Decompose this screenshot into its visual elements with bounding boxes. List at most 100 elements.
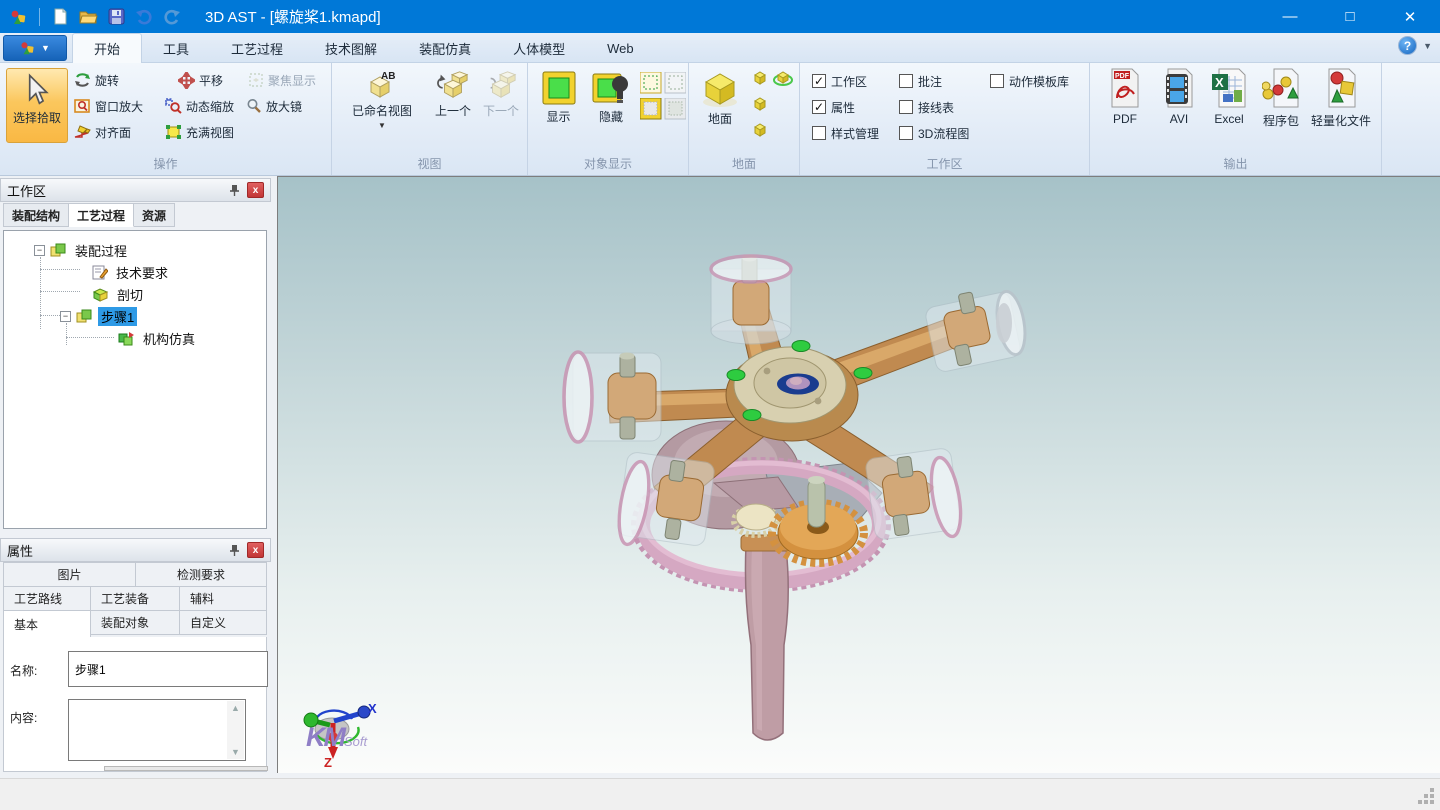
tree-connector bbox=[40, 291, 80, 292]
help-caret-icon[interactable]: ▼ bbox=[1423, 41, 1432, 51]
export-avi-button[interactable]: AVI bbox=[1152, 68, 1206, 126]
select-pick-button[interactable]: 选择拾取 bbox=[6, 68, 68, 143]
export-package-button[interactable]: 程序包 bbox=[1254, 68, 1308, 129]
close-button[interactable]: ✕ bbox=[1380, 0, 1440, 33]
checkbox-workspace[interactable]: ✓工作区 bbox=[812, 72, 867, 90]
tab-web[interactable]: Web bbox=[586, 33, 655, 63]
tab-inspection[interactable]: 检测要求 bbox=[135, 562, 267, 587]
previous-view-button[interactable]: 上一个 bbox=[428, 66, 478, 154]
redo-button[interactable] bbox=[161, 6, 183, 28]
checkbox-action-template[interactable]: 动作模板库 bbox=[990, 72, 1069, 90]
named-view-icon: AB bbox=[365, 70, 399, 100]
tab-picture[interactable]: 图片 bbox=[3, 562, 136, 587]
tree-item-section[interactable]: 剖切 bbox=[92, 285, 146, 304]
rotate-icon bbox=[74, 72, 91, 88]
save-button[interactable] bbox=[105, 6, 127, 28]
named-view-button[interactable]: AB 已命名视图 ▼ bbox=[340, 66, 424, 154]
fit-view-icon bbox=[165, 124, 182, 140]
tab-auxiliary[interactable]: 辅料 bbox=[179, 586, 267, 611]
tab-assembly-object[interactable]: 装配对象 bbox=[90, 610, 180, 635]
hide-button[interactable]: 隐藏 bbox=[586, 66, 636, 154]
open-file-button[interactable] bbox=[77, 6, 99, 28]
tab-illustration[interactable]: 技术图解 bbox=[304, 33, 398, 63]
ground-option-small-cube-1-button[interactable] bbox=[751, 69, 769, 90]
tab-process-equipment[interactable]: 工艺装备 bbox=[90, 586, 180, 611]
pdf-icon: PDF bbox=[1108, 68, 1142, 108]
checkbox-unchecked-icon bbox=[899, 126, 913, 140]
workspace-panel-close-icon[interactable]: x bbox=[247, 182, 264, 198]
maximize-button[interactable]: □ bbox=[1320, 0, 1380, 33]
pan-button[interactable]: 平移 bbox=[178, 70, 223, 90]
tab-custom[interactable]: 自定义 bbox=[179, 610, 267, 635]
minimize-button[interactable]: — bbox=[1260, 0, 1320, 33]
pin-icon[interactable] bbox=[226, 182, 243, 199]
focus-display-button[interactable]: 聚焦显示 bbox=[248, 70, 316, 90]
ribbon-group-operate: 选择拾取 旋转 平移 聚焦显示 窗口放大 动态缩放 bbox=[0, 63, 332, 175]
horizontal-scrollbar[interactable] bbox=[104, 766, 268, 771]
scroll-up-icon[interactable]: ▲ bbox=[231, 703, 240, 713]
export-lightweight-button[interactable]: 轻量化文件 bbox=[1308, 68, 1374, 129]
tree-connector bbox=[66, 323, 67, 345]
checkbox-annotation[interactable]: 批注 bbox=[899, 72, 942, 90]
collapse-icon[interactable]: − bbox=[34, 245, 45, 256]
application-menu-button[interactable]: ▼ bbox=[3, 35, 67, 61]
ground-option-ring-cube-button[interactable] bbox=[773, 69, 793, 90]
tab-basic[interactable]: 基本 bbox=[3, 610, 91, 638]
show-button[interactable]: 显示 bbox=[535, 66, 582, 154]
ribbon-group-output: PDF PDF AVI X Excel 程序包 轻量化文件 输出 bbox=[1090, 63, 1382, 175]
export-pdf-button[interactable]: PDF PDF bbox=[1098, 68, 1152, 126]
checkbox-property[interactable]: ✓属性 bbox=[812, 98, 855, 116]
export-excel-button[interactable]: X Excel bbox=[1202, 68, 1256, 126]
align-face-button[interactable]: 对齐面 bbox=[74, 122, 131, 142]
dynamic-zoom-button[interactable]: 动态缩放 bbox=[165, 96, 234, 116]
resize-grip-icon[interactable] bbox=[1418, 788, 1436, 806]
tab-process-workspace[interactable]: 工艺过程 bbox=[69, 203, 134, 227]
rotate-button[interactable]: 旋转 bbox=[74, 70, 119, 90]
ground-button[interactable]: 地面 bbox=[695, 66, 745, 154]
named-view-caret-icon: ▼ bbox=[378, 121, 386, 130]
group-label-workspace: 工作区 bbox=[800, 155, 1089, 172]
tree-item-mechanism-simulation[interactable]: 机构仿真 bbox=[118, 329, 198, 348]
next-view-button[interactable]: 下一个 bbox=[478, 66, 524, 154]
undo-button[interactable] bbox=[133, 6, 155, 28]
tab-start[interactable]: 开始 bbox=[72, 33, 142, 63]
checkbox-wiring-table[interactable]: 接线表 bbox=[899, 98, 954, 116]
hide-selected-button[interactable] bbox=[640, 98, 686, 120]
textarea-scrollbar[interactable]: ▲ ▼ bbox=[227, 701, 244, 759]
tab-human-model[interactable]: 人体模型 bbox=[492, 33, 586, 63]
group-label-object-display: 对象显示 bbox=[528, 155, 688, 172]
checkbox-style-manager[interactable]: 样式管理 bbox=[812, 124, 879, 142]
ground-option-small-cube-2-button[interactable] bbox=[751, 95, 769, 116]
mechanism-simulation-icon bbox=[118, 331, 135, 346]
tab-assembly-structure[interactable]: 装配结构 bbox=[3, 203, 69, 227]
tab-simulation[interactable]: 装配仿真 bbox=[398, 33, 492, 63]
tab-tools[interactable]: 工具 bbox=[142, 33, 210, 63]
collapse-icon[interactable]: − bbox=[60, 311, 71, 322]
tab-process-route[interactable]: 工艺路线 bbox=[3, 586, 91, 611]
ribbon-tab-row: ▼ 开始 工具 工艺过程 技术图解 装配仿真 人体模型 Web ? ▼ bbox=[0, 33, 1440, 63]
pin-icon[interactable] bbox=[226, 542, 243, 559]
3d-viewport[interactable]: X Z KMSoft bbox=[277, 176, 1440, 773]
tab-resource[interactable]: 资源 bbox=[134, 203, 175, 227]
workspace-panel-header: 工作区 x bbox=[0, 178, 271, 202]
tab-process[interactable]: 工艺过程 bbox=[210, 33, 304, 63]
help-button[interactable]: ? bbox=[1398, 36, 1417, 55]
show-selected-button[interactable] bbox=[640, 72, 686, 94]
magnifier-button[interactable]: 放大镜 bbox=[246, 96, 302, 116]
3d-model-propeller-assembly[interactable] bbox=[278, 177, 1440, 773]
checkbox-3d-flowchart[interactable]: 3D流程图 bbox=[899, 124, 969, 142]
property-panel-close-icon[interactable]: x bbox=[247, 542, 264, 558]
window-zoom-icon bbox=[74, 98, 91, 114]
fit-view-button[interactable]: 充满视图 bbox=[165, 122, 234, 142]
application-window: 3D AST - [螺旋桨1.kmapd] — □ ✕ ▼ 开始 工具 工艺过程… bbox=[0, 0, 1440, 810]
new-file-button[interactable] bbox=[49, 6, 71, 28]
workspace-panel-tabs: 装配结构 工艺过程 资源 bbox=[3, 203, 175, 227]
tree-item-assembly-process[interactable]: − 装配过程 bbox=[34, 241, 130, 260]
ground-option-small-cube-3-button[interactable] bbox=[751, 121, 769, 142]
scroll-down-icon[interactable]: ▼ bbox=[231, 747, 240, 757]
tree-item-tech-requirements[interactable]: 技术要求 bbox=[92, 263, 171, 282]
tree-item-step1[interactable]: − 步骤1 bbox=[60, 307, 137, 326]
content-textarea[interactable]: ▲ ▼ bbox=[68, 699, 246, 761]
window-zoom-button[interactable]: 窗口放大 bbox=[74, 96, 143, 116]
name-input[interactable] bbox=[68, 651, 268, 687]
